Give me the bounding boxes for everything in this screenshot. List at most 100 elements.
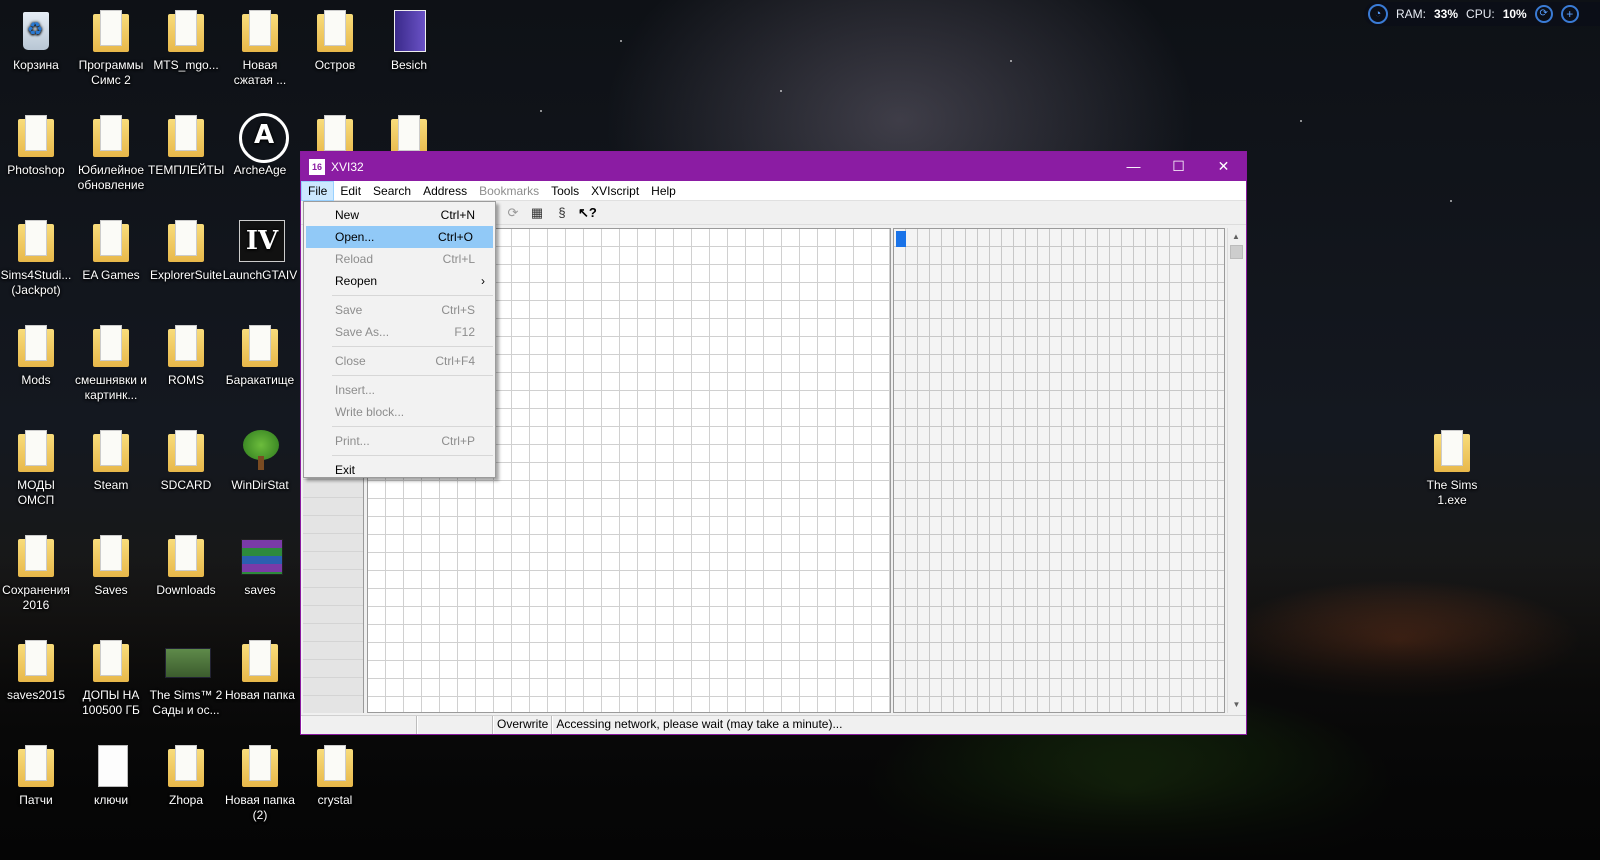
menu-search[interactable]: Search xyxy=(367,181,417,201)
status-cell-position xyxy=(301,716,417,734)
context-help-icon[interactable]: ↖? xyxy=(578,204,597,222)
desktop-icon-folder[interactable]: saves2015 xyxy=(0,638,74,703)
menu-item-reload[interactable]: Reload Ctrl+L xyxy=(304,248,495,270)
folder-icon xyxy=(314,8,356,54)
menu-item-insert[interactable]: Insert... xyxy=(304,379,495,401)
menu-item-open[interactable]: Open... Ctrl+O xyxy=(306,226,493,248)
desktop-icon-folder[interactable]: EA Games xyxy=(73,218,149,283)
desktop-icon-besich[interactable]: Besich xyxy=(371,8,447,73)
desktop-icon-folder[interactable]: ТЕМПЛЕЙТЫ xyxy=(148,113,224,178)
folder-icon xyxy=(165,8,207,54)
menu-item-new[interactable]: New Ctrl+N xyxy=(304,204,495,226)
desktop-icon-label: ключи xyxy=(93,793,129,807)
desktop-icon-winrar-archive[interactable]: saves xyxy=(222,533,298,598)
desktop-icon-folder[interactable]: Steam xyxy=(73,428,149,493)
desktop-icon-folder[interactable]: Новая папка xyxy=(222,638,298,703)
status-mode: Overwrite xyxy=(493,716,553,734)
desktop-icon-folder[interactable]: Zhopa xyxy=(148,743,224,808)
folder-icon xyxy=(239,638,281,684)
desktop-icon-folder[interactable]: смешнявки и картинк... xyxy=(73,323,149,403)
menu-item-close[interactable]: Close Ctrl+F4 xyxy=(304,350,495,372)
cpu-value: 10% xyxy=(1502,7,1527,21)
desktop-icon-folder[interactable]: Баракатище xyxy=(222,323,298,388)
desktop-icon-label: Новая папка xyxy=(225,688,295,702)
desktop-icon-label: ExplorerSuite xyxy=(149,268,223,282)
menu-item-shortcut: Ctrl+L xyxy=(442,252,475,266)
desktop-icon-windirstat[interactable]: WinDirStat xyxy=(222,428,298,493)
menu-edit[interactable]: Edit xyxy=(334,181,367,201)
vertical-scrollbar[interactable]: ▲ ▼ xyxy=(1227,228,1244,713)
desktop-icon-label: Zhopa xyxy=(168,793,204,807)
menu-item-label: Exit xyxy=(335,463,356,477)
menu-xviscript[interactable]: XVIscript xyxy=(585,181,645,201)
add-icon[interactable]: + xyxy=(1560,5,1579,23)
menu-item-write-block[interactable]: Write block... xyxy=(304,401,495,423)
scroll-down-icon[interactable]: ▼ xyxy=(1228,696,1245,713)
menu-item-save[interactable]: Save Ctrl+S xyxy=(304,299,495,321)
folder-icon xyxy=(90,113,132,159)
desktop-icon-label: Новая сжатая ... xyxy=(233,58,287,87)
menu-address[interactable]: Address xyxy=(417,181,473,201)
desktop-icon-folder[interactable]: Saves xyxy=(73,533,149,598)
gta-iv-icon xyxy=(239,218,285,264)
desktop-icon-folder[interactable]: Сохранения 2016 xyxy=(0,533,74,613)
desktop-icon-sims2-shortcut[interactable]: The Sims™ 2 Сады и ос... xyxy=(148,638,224,718)
settings-icon[interactable]: ⟳ xyxy=(1534,5,1553,23)
desktop-icon-folder[interactable]: MTS_mgo... xyxy=(148,8,224,73)
desktop-icon-zip-folder[interactable]: Новая сжатая ... xyxy=(222,8,298,88)
folder-icon xyxy=(15,743,57,789)
desktop-icon-label: MTS_mgo... xyxy=(153,58,219,72)
desktop-icon-recycle-bin[interactable]: Корзина xyxy=(0,8,74,73)
menu-item-exit[interactable]: Exit xyxy=(304,459,495,481)
wallpaper-star xyxy=(780,90,782,92)
menu-separator xyxy=(332,426,493,427)
desktop-icon-label: ArcheAge xyxy=(233,163,287,177)
menu-item-print[interactable]: Print... Ctrl+P xyxy=(304,430,495,452)
menu-file[interactable]: File xyxy=(301,180,335,201)
scroll-thumb[interactable] xyxy=(1230,245,1243,259)
desktop-icon-folder[interactable]: ROMS xyxy=(148,323,224,388)
desktop-icon-launch-gtaiv[interactable]: LaunchGTAIV xyxy=(222,218,298,283)
wallpaper-star xyxy=(1450,200,1452,202)
desktop-icon-folder[interactable]: ДОПЫ НА 100500 ГБ xyxy=(73,638,149,718)
desktop-icon-folder[interactable]: SDCARD xyxy=(148,428,224,493)
folder-icon xyxy=(165,218,207,264)
minimize-button[interactable]: — xyxy=(1111,152,1156,181)
desktop-icon-folder[interactable]: Downloads xyxy=(148,533,224,598)
menu-item-reopen[interactable]: Reopen › xyxy=(304,270,495,292)
menu-tools[interactable]: Tools xyxy=(545,181,585,201)
properties-icon[interactable]: ▦ xyxy=(528,204,546,222)
desktop-icon-folder[interactable]: Остров xyxy=(297,8,373,73)
scroll-up-icon[interactable]: ▲ xyxy=(1228,228,1244,245)
desktop-icon-folder[interactable]: Photoshop xyxy=(0,113,74,178)
archeage-icon xyxy=(239,113,289,163)
menu-help[interactable]: Help xyxy=(645,181,682,201)
desktop-icon-label: Корзина xyxy=(13,58,59,72)
desktop-icon-label: Sims4Studi... (Jackpot) xyxy=(0,268,72,297)
desktop-icon-label: Остров xyxy=(314,58,356,72)
maximize-button[interactable]: ☐ xyxy=(1156,152,1201,181)
menu-bookmarks[interactable]: Bookmarks xyxy=(473,181,545,201)
desktop-icon-folder[interactable]: Sims4Studi... (Jackpot) xyxy=(0,218,74,298)
close-button[interactable]: ✕ xyxy=(1201,152,1246,181)
desktop-icon-folder[interactable]: Патчи xyxy=(0,743,74,808)
desktop-icon-folder[interactable]: The Sims 1.exe xyxy=(1414,428,1490,508)
menu-item-label: Open... xyxy=(335,230,375,244)
desktop-icon-file[interactable]: ключи xyxy=(73,743,149,808)
desktop-icon-folder[interactable]: МОДЫ ОМСП xyxy=(0,428,74,508)
desktop-icon-folder[interactable]: Программы Симс 2 xyxy=(73,8,149,88)
script-icon[interactable]: § xyxy=(553,204,571,222)
desktop-icon-folder[interactable]: ExplorerSuite xyxy=(148,218,224,283)
desktop-icon-folder[interactable]: Юбилейное обновление xyxy=(73,113,149,193)
desktop-icon-folder[interactable]: Новая папка (2) xyxy=(222,743,298,823)
menu-separator xyxy=(332,455,493,456)
folder-icon xyxy=(90,218,132,264)
menu-item-save-as[interactable]: Save As... F12 xyxy=(304,321,495,343)
text-grid[interactable] xyxy=(893,228,1225,713)
desktop-icon-folder[interactable]: crystal xyxy=(297,743,373,808)
wallpaper-star xyxy=(1010,60,1012,62)
find-next-icon[interactable]: ⟳ xyxy=(504,204,522,222)
desktop-icon-folder[interactable]: Mods xyxy=(0,323,74,388)
desktop-icon-archeage[interactable]: ArcheAge xyxy=(222,113,298,178)
title-bar[interactable]: 16 XVI32 — ☐ ✕ xyxy=(301,152,1246,181)
